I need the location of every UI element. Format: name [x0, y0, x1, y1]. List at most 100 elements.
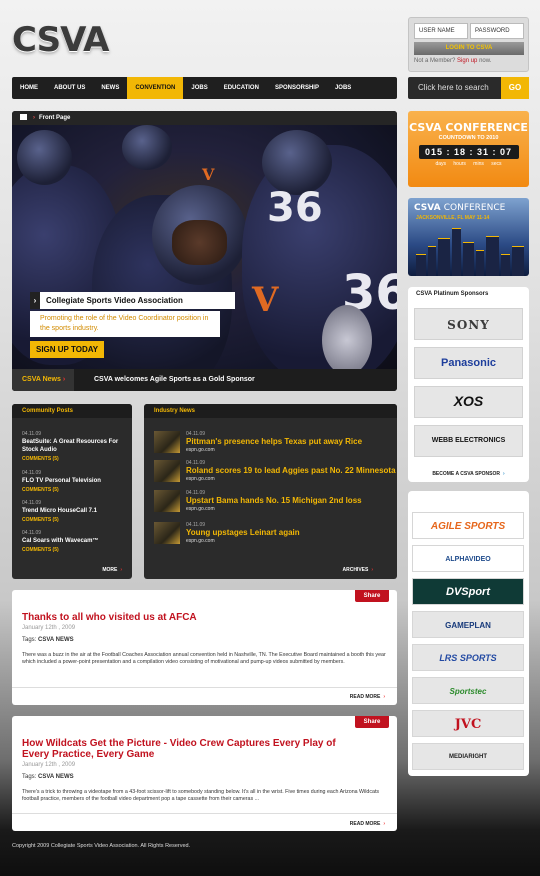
read-more-link[interactable]: READ MORE ›	[350, 694, 385, 700]
news-thumbnail[interactable]	[154, 431, 180, 453]
more-link[interactable]: MORE ›	[102, 567, 122, 573]
nav-item-about[interactable]: ABOUT US	[46, 77, 93, 99]
list-item[interactable]: 04.11.09 BeatSuite: A Great Resources For…	[22, 431, 132, 462]
nav-item-jobs[interactable]: JOBS	[183, 77, 215, 99]
sponsor-logo-alphavideo[interactable]: ALPHAVIDEO	[412, 545, 524, 572]
archives-link[interactable]: ARCHIVES ›	[342, 567, 373, 573]
skyline-building	[452, 228, 461, 276]
caption-arrow-icon[interactable]: ›	[30, 292, 40, 309]
share-button[interactable]: Share	[355, 590, 389, 602]
post-title[interactable]: FLO TV Personal Television	[22, 477, 101, 485]
sponsor-logo-sportstec[interactable]: Sportstec	[412, 677, 524, 704]
post-comments[interactable]: COMMENTS (5)	[22, 456, 132, 462]
share-button[interactable]: Share	[355, 716, 389, 728]
post-comments[interactable]: COMMENTS (5)	[22, 487, 101, 493]
post-title[interactable]: Cal Soars with Wavecam™	[22, 537, 98, 545]
archives-link-text: ARCHIVES	[342, 567, 369, 573]
news-thumbnail[interactable]	[154, 460, 180, 482]
sponsor-logo-lrs[interactable]: LRS SPORTS	[412, 644, 524, 671]
search-go-button[interactable]: GO	[501, 77, 529, 99]
breadcrumb-arrow-icon: ›	[33, 115, 35, 121]
article-title[interactable]: Thanks to all who visited us at AFCA	[22, 612, 362, 623]
read-more-text: READ MORE	[349, 694, 381, 700]
footer-copyright: Copyright 2009 Collegiate Sports Video A…	[12, 843, 191, 849]
not-member-text: Not a Member?	[414, 58, 456, 64]
divider	[12, 687, 397, 688]
skyline-building	[463, 242, 474, 276]
password-field[interactable]: PASSWORD	[470, 23, 524, 39]
chevron-right-icon: ›	[503, 471, 505, 477]
nav-item-education[interactable]: EDUCATION	[216, 77, 267, 99]
skyline-building	[428, 246, 436, 276]
sponsor-logo-dvsport[interactable]: DVSport	[412, 578, 524, 605]
article-tags: Tags: CSVA NEWS	[22, 774, 74, 780]
chevron-right-icon: ›	[383, 694, 385, 700]
breadcrumb: › Front Page	[12, 111, 397, 125]
countdown-units: days hours mins secs	[435, 161, 502, 167]
username-field[interactable]: USER NAME	[414, 23, 468, 39]
conference-title: CSVA CONFERENCE	[414, 203, 505, 213]
sponsor-logo-agile[interactable]: AGILE SPORTS	[412, 512, 524, 539]
nav-item-convention[interactable]: CONVENTION	[127, 77, 184, 99]
platinum-sponsors-title: CSVA Platinum Sponsors	[416, 291, 489, 297]
home-icon[interactable]	[20, 114, 27, 121]
hero-title: › Collegiate Sports Video Association	[30, 292, 235, 309]
sponsor-logo-sony[interactable]: SONY	[414, 308, 523, 340]
article-date: January 12th , 2009	[22, 625, 76, 631]
nav-item-jobs-2[interactable]: JOBS	[327, 77, 359, 99]
news-title[interactable]: Roland scores 19 to lead Aggies past No.…	[186, 466, 396, 475]
post-comments[interactable]: COMMENTS (5)	[22, 547, 98, 553]
post-title[interactable]: BeatSuite: A Great Resources For Stock A…	[22, 438, 132, 454]
industry-news-title: Industry News	[144, 404, 397, 418]
signup-prompt: Not a Member? Sign up now.	[414, 58, 491, 64]
list-item[interactable]: 04.11.09 Cal Soars with Wavecam™ COMMENTS …	[22, 530, 98, 553]
post-comments[interactable]: COMMENTS (5)	[22, 517, 97, 523]
news-title[interactable]: Young upstages Leinart again	[186, 528, 300, 537]
tag-link[interactable]: CSVA NEWS	[38, 774, 74, 780]
signup-today-button[interactable]: SIGN UP TODAY	[30, 341, 105, 358]
site-logo[interactable]: CSVA	[12, 20, 109, 60]
list-item[interactable]: 04.11.09 FLO TV Personal Television COMMEN…	[22, 470, 101, 493]
hero-title-text: Collegiate Sports Video Association	[46, 296, 183, 305]
post-title[interactable]: Trend Micro HouseCall 7.1	[22, 507, 97, 515]
list-item[interactable]: 04.11.09 Trend Micro HouseCall 7.1 COMMENT…	[22, 500, 97, 523]
conference-title-rest: CONFERENCE	[443, 203, 506, 213]
sponsor-logo-xos[interactable]: XOS	[414, 386, 523, 418]
tag-link[interactable]: CSVA NEWS	[38, 637, 74, 643]
sponsor-logo-jvc[interactable]: JVC	[412, 710, 524, 737]
news-thumbnail[interactable]	[154, 522, 180, 544]
post-date: 04.11.09	[22, 431, 42, 437]
become-sponsor-link[interactable]: BECOME A CSVA SPONSOR ›	[408, 471, 529, 477]
sponsor-logo-mediaright[interactable]: MEDIARIGHT	[412, 743, 524, 770]
read-more-link[interactable]: READ MORE ›	[350, 821, 385, 827]
signup-link[interactable]: Sign up	[457, 58, 477, 64]
news-thumbnail[interactable]	[154, 490, 180, 512]
countdown-widget[interactable]: CSVA CONFERENCE COUNTDOWN TO 2010 015 : …	[408, 111, 529, 187]
nav-item-home[interactable]: HOME	[12, 77, 46, 99]
search-box: Click here to search GO	[408, 77, 529, 99]
platinum-sponsors-panel: CSVA Platinum Sponsors SONY Panasonic XO…	[408, 287, 529, 482]
post-date: 04.11.09	[22, 500, 42, 506]
divider	[12, 813, 397, 814]
read-more-text: READ MORE	[349, 821, 381, 827]
sponsor-logo-panasonic[interactable]: Panasonic	[414, 347, 523, 379]
news-ticker-text[interactable]: CSVA welcomes Agile Sports as a Gold Spo…	[94, 369, 255, 391]
article-body: There was a buzz in the air at the Footb…	[22, 652, 386, 665]
nav-item-sponsorship[interactable]: SPONSORSHIP	[267, 77, 327, 99]
skyline-building	[476, 250, 484, 276]
sponsor-logo-webb[interactable]: WEBB ELECTRONICS	[414, 425, 523, 457]
sponsor-name: XOS	[453, 393, 484, 409]
search-input[interactable]: Click here to search	[418, 77, 489, 99]
sponsor-logo-gameplan[interactable]: GAMEPLAN	[412, 611, 524, 638]
login-button[interactable]: LOGIN TO CSVA	[414, 42, 524, 55]
news-title[interactable]: Upstart Bama hands No. 15 Michigan 2nd l…	[186, 496, 362, 505]
article-title[interactable]: How Wildcats Get the Picture - Video Cre…	[22, 738, 362, 760]
news-ticker-label[interactable]: CSVA News ›	[12, 369, 74, 391]
news-source: espn.go.com	[186, 506, 215, 512]
article-card: Share How Wildcats Get the Picture - Vid…	[12, 716, 397, 831]
nav-item-news[interactable]: NEWS	[93, 77, 127, 99]
news-source: espn.go.com	[186, 476, 215, 482]
news-title[interactable]: Pittman's presence helps Texas put away …	[186, 437, 362, 446]
login-box: USER NAME PASSWORD LOGIN TO CSVA Not a M…	[408, 17, 529, 72]
conference-banner[interactable]: CSVA CONFERENCE JACKSONVILLE, FL MAY 11-…	[408, 198, 529, 276]
